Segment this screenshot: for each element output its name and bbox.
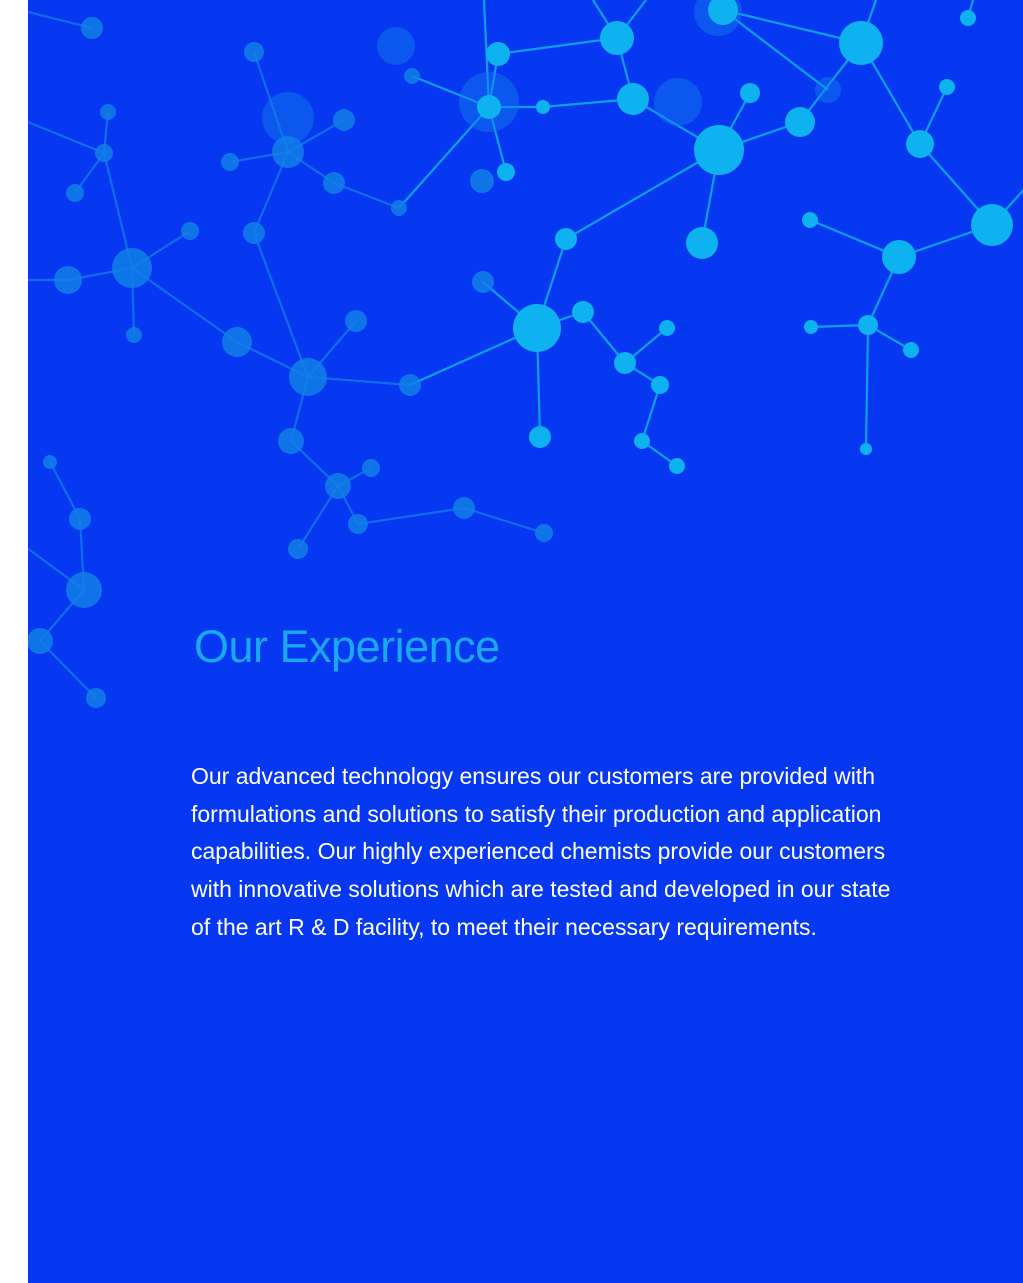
molecule-network-illustration bbox=[28, 0, 1023, 708]
section-body-text: Our advanced technology ensures our cust… bbox=[191, 763, 891, 940]
experience-section: Our Experience Our advanced technology e… bbox=[28, 0, 1023, 1283]
page: Our Experience Our advanced technology e… bbox=[0, 0, 1023, 1283]
section-title: Our Experience bbox=[194, 621, 500, 672]
